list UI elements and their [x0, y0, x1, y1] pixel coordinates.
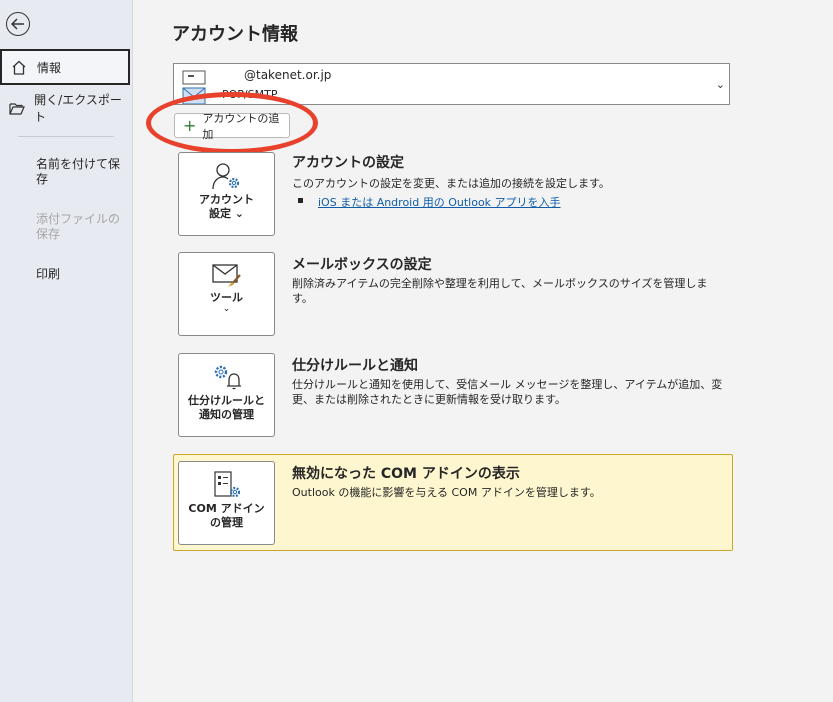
tile-label: 設定 ⌄ — [208, 207, 245, 220]
mailbox-settings-section: ツール ⌄ メールボックスの設定 削除済みアイテムの完全削除や整理を利用して、メ… — [174, 251, 732, 341]
com-addin-icon — [213, 471, 240, 498]
rules-alerts-icon — [214, 365, 241, 390]
sidebar-item-label: 情報 — [37, 60, 62, 75]
tile-label: の管理 — [210, 516, 243, 529]
account-settings-icon — [211, 163, 239, 190]
sidebar-item-print[interactable]: 印刷 — [36, 267, 124, 282]
section-description: 削除済みアイテムの完全削除や整理を利用して、メールボックスのサイズを管理します。 — [292, 277, 708, 305]
tile-label: 仕分けルールと — [188, 394, 265, 407]
section-title: 無効になった COM アドインの表示 — [292, 466, 520, 482]
section-title: アカウントの設定 — [292, 155, 404, 171]
manage-rules-button[interactable]: 仕分けルールと 通知の管理 — [178, 353, 275, 437]
sidebar-item-save-as[interactable]: 名前を付けて保存 — [36, 157, 124, 187]
sidebar-item-open-export[interactable]: 開く/エクスポート — [0, 90, 130, 126]
tile-label: アカウント — [199, 193, 254, 206]
page-title: アカウント情報 — [172, 24, 298, 45]
section-description: 仕分けルールと通知を使用して、受信メール メッセージを整理し、アイテムが追加、変… — [292, 378, 723, 406]
account-settings-section: アカウント 設定 ⌄ アカウントの設定 このアカウントの設定を変更、または追加の… — [174, 150, 732, 240]
home-icon — [11, 60, 33, 75]
back-arrow-icon — [11, 18, 24, 30]
bullet-icon — [298, 198, 303, 203]
back-button[interactable] — [6, 12, 30, 36]
rules-alerts-section: 仕分けルールと 通知の管理 仕分けルールと通知 仕分けルールと通知を使用して、受… — [174, 352, 732, 442]
tile-label: 通知の管理 — [199, 408, 254, 421]
section-description: このアカウントの設定を変更、または追加の接続を設定します。 — [292, 177, 610, 190]
chevron-down-icon: ⌄ — [715, 78, 725, 91]
tools-button[interactable]: ツール ⌄ — [178, 252, 275, 336]
sidebar-item-info[interactable]: 情報 — [0, 49, 130, 85]
folder-open-icon — [9, 102, 30, 115]
mailbox-tools-icon — [211, 264, 241, 287]
com-addins-section: COM アドイン の管理 無効になった COM アドインの表示 Outlook … — [173, 454, 733, 551]
account-settings-button[interactable]: アカウント 設定 ⌄ — [178, 152, 275, 236]
red-highlight-circle — [146, 92, 318, 154]
sidebar-item-label: 開く/エクスポート — [34, 93, 122, 124]
section-description: Outlook の機能に影響を与える COM アドインを管理します。 — [292, 486, 601, 499]
sidebar-item-save-attachments: 添付ファイルの保存 — [36, 212, 121, 241]
tile-label: COM アドイン — [188, 502, 265, 515]
section-title: メールボックスの設定 — [292, 257, 432, 273]
sidebar: 情報 開く/エクスポート 名前を付けて保存 添付ファイルの保存 印刷 — [0, 0, 133, 702]
outlook-mobile-link[interactable]: iOS または Android 用の Outlook アプリを入手 — [318, 194, 561, 210]
manage-com-addins-button[interactable]: COM アドイン の管理 — [178, 461, 275, 545]
tile-label: ツール — [210, 291, 243, 304]
sidebar-divider — [18, 136, 114, 137]
chevron-down-icon: ⌄ — [222, 304, 231, 314]
section-title: 仕分けルールと通知 — [292, 358, 418, 374]
account-email: @takenet.or.jp — [244, 68, 332, 82]
